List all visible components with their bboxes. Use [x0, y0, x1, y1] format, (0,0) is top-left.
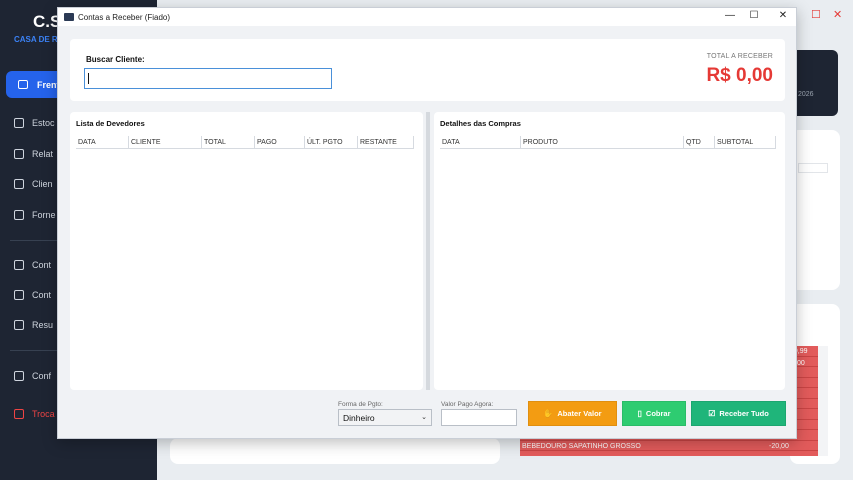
column-header[interactable]: ÚLT. PGTO — [305, 136, 358, 149]
accounts-receivable-dialog: Contas a Receber (Fiado) — ☐ ✕ Buscar Cl… — [57, 7, 797, 439]
sidebar-item-label: Resu — [32, 320, 54, 330]
money-icon — [14, 320, 24, 330]
column-header[interactable]: TOTAL — [202, 136, 255, 149]
sidebar-item-label: Troca — [32, 409, 55, 419]
debtors-title: Lista de Devedores — [76, 119, 145, 128]
phone-icon: ▯ — [637, 409, 642, 418]
maximize-icon[interactable]: ☐ — [744, 10, 764, 21]
app-icon — [64, 13, 74, 21]
users-icon — [14, 179, 24, 189]
column-header[interactable]: QTD — [684, 136, 715, 149]
panel-splitter[interactable] — [426, 112, 430, 390]
charge-button[interactable]: ▯ Cobrar — [622, 401, 686, 426]
charge-button-label: Cobrar — [645, 409, 671, 418]
column-header[interactable]: PRODUTO — [521, 136, 684, 149]
home-icon — [14, 260, 24, 270]
discount-button-label: Abater Valor — [557, 409, 602, 418]
column-header[interactable]: PAGO — [255, 136, 305, 149]
sidebar-item-label: Estoc — [32, 118, 55, 128]
chevron-down-icon: ⌄ — [421, 414, 427, 421]
chart-icon — [14, 149, 24, 159]
sidebar-item-label: Clien — [32, 179, 53, 189]
document-icon — [14, 290, 24, 300]
details-table-header: DATA PRODUTO QTD SUBTOTAL — [440, 136, 776, 149]
sidebar-item-label: Conf — [32, 371, 52, 381]
background-table-header — [798, 163, 828, 173]
column-header[interactable]: DATA — [440, 136, 521, 149]
dialog-title: Contas a Receber (Fiado) — [78, 12, 171, 22]
close-icon[interactable]: ✕ — [773, 10, 793, 21]
column-header[interactable]: CLIENTE — [129, 136, 202, 149]
background-list-value: 00 — [797, 360, 805, 367]
dialog-titlebar: Contas a Receber (Fiado) — [58, 8, 796, 26]
background-list-item-value: -20,00 — [769, 443, 789, 450]
background-year: 2026 — [798, 91, 814, 98]
minimize-icon[interactable]: — — [720, 10, 740, 21]
truck-icon — [14, 210, 24, 220]
text-caret — [88, 73, 89, 84]
search-card: Buscar Cliente: TOTAL A RECEBER R$ 0,00 — [70, 39, 785, 101]
column-header[interactable]: DATA — [76, 136, 129, 149]
background-maximize-icon[interactable]: ☐ — [811, 8, 821, 21]
sidebar-item-label: Forne — [32, 210, 56, 220]
background-card — [170, 438, 500, 464]
details-title: Detalhes das Compras — [440, 119, 521, 128]
total-receivable-label: TOTAL A RECEBER — [706, 53, 773, 60]
debtors-panel: Lista de Devedores DATA CLIENTE TOTAL PA… — [70, 112, 423, 390]
payment-method-label: Forma de Pgto: — [338, 401, 383, 408]
receive-all-button-label: Receber Tudo — [719, 409, 769, 418]
exchange-icon — [14, 409, 24, 419]
sidebar-item-label: Cont — [32, 260, 52, 270]
background-summary-card: 2026 — [790, 50, 838, 116]
sidebar-item-label: Relat — [32, 149, 54, 159]
purchase-details-panel: Detalhes das Compras DATA PRODUTO QTD SU… — [434, 112, 785, 390]
amount-paid-label: Valor Pago Agora: — [441, 401, 494, 408]
amount-paid-input[interactable] — [441, 409, 517, 426]
hand-money-icon: ✋ — [543, 409, 554, 418]
background-scrollbar[interactable] — [818, 346, 828, 456]
payment-method-value: Dinheiro — [343, 413, 375, 423]
search-label: Buscar Cliente: — [86, 55, 145, 64]
customer-search-input[interactable] — [84, 68, 332, 89]
total-receivable-value: R$ 0,00 — [706, 65, 773, 86]
background-card — [790, 130, 840, 290]
background-list-item: BEBEDOURO SAPATINHO GROSSO — [522, 443, 641, 450]
receive-all-button[interactable]: ☑ Receber Tudo — [691, 401, 786, 426]
column-header[interactable]: SUBTOTAL — [715, 136, 776, 149]
discount-button[interactable]: ✋ Abater Valor — [528, 401, 617, 426]
background-close-icon[interactable]: ✕ — [833, 8, 842, 21]
checkbox-icon: ☑ — [708, 409, 716, 418]
gear-icon — [14, 371, 24, 381]
column-header[interactable]: RESTANTE — [358, 136, 414, 149]
payment-method-select[interactable]: Dinheiro ⌄ — [338, 409, 432, 426]
cart-icon — [18, 80, 28, 89]
sidebar-item-label: Cont — [32, 290, 52, 300]
debtors-table-header: DATA CLIENTE TOTAL PAGO ÚLT. PGTO RESTAN… — [76, 136, 414, 149]
box-icon — [14, 118, 24, 128]
